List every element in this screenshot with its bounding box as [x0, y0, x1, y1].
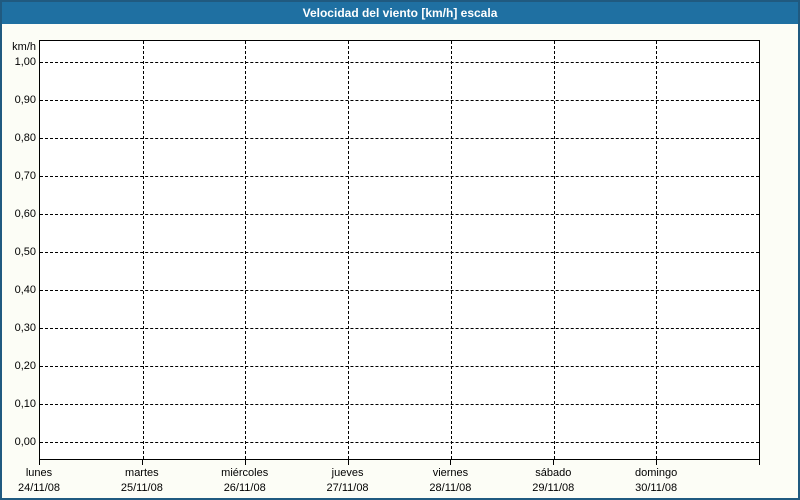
- day-date: 26/11/08: [223, 482, 266, 494]
- day-name: jueves: [331, 467, 364, 479]
- day-name: martes: [125, 467, 159, 479]
- chart-title-bar: Velocidad del viento [km/h] escala: [2, 2, 798, 24]
- x-axis-day-label: domingo 30/11/08: [608, 466, 704, 496]
- chart-title: Velocidad del viento [km/h] escala: [302, 6, 498, 20]
- day-date: 28/11/08: [429, 482, 472, 494]
- h-gridline: [40, 442, 759, 443]
- h-gridline: [40, 328, 759, 329]
- y-axis-tick-label: 0,30: [14, 322, 36, 334]
- x-axis-day-label: lunes 24/11/08: [0, 466, 87, 496]
- day-name: sábado: [535, 467, 572, 479]
- day-name: domingo: [635, 467, 678, 479]
- v-gridline: [554, 41, 555, 459]
- x-axis-tick: [656, 460, 657, 465]
- v-gridline: [143, 41, 144, 459]
- y-axis-tick-label: 0,70: [14, 170, 36, 182]
- h-gridline: [40, 62, 759, 63]
- x-axis-day-label: martes 25/11/08: [94, 466, 190, 496]
- x-axis-tick: [39, 460, 40, 465]
- y-axis-tick-label: 0,60: [14, 208, 36, 220]
- x-axis-day-label: jueves 27/11/08: [300, 466, 396, 496]
- day-date: 27/11/08: [326, 482, 369, 494]
- plot-area: [39, 40, 760, 460]
- x-axis-tick: [450, 460, 451, 465]
- h-gridline: [40, 290, 759, 291]
- y-axis-tick-label: 0,20: [14, 360, 36, 372]
- x-axis-day-label: viernes 28/11/08: [402, 466, 498, 496]
- y-axis-tick-label: 0,80: [14, 132, 36, 144]
- h-gridline: [40, 214, 759, 215]
- h-gridline: [40, 404, 759, 405]
- h-gridline: [40, 252, 759, 253]
- day-name: lunes: [25, 467, 53, 479]
- y-axis-unit-label: km/h: [12, 41, 36, 53]
- x-axis-tick: [245, 460, 246, 465]
- y-axis-tick-label: 0,40: [14, 284, 36, 296]
- v-gridline: [245, 41, 246, 459]
- y-axis-tick-label: 0,50: [14, 246, 36, 258]
- h-gridline: [40, 100, 759, 101]
- h-gridline: [40, 366, 759, 367]
- day-name: miércoles: [221, 467, 269, 479]
- day-date: 24/11/08: [17, 482, 60, 494]
- x-axis-tick: [348, 460, 349, 465]
- y-axis-tick-label: 1,00: [14, 56, 36, 68]
- x-axis-tick: [142, 460, 143, 465]
- y-axis-tick-label: 0,00: [14, 436, 36, 448]
- v-gridline: [656, 41, 657, 459]
- x-axis-tick: [553, 460, 554, 465]
- day-date: 25/11/08: [120, 482, 163, 494]
- v-gridline: [348, 41, 349, 459]
- y-axis-tick-label: 0,90: [14, 94, 36, 106]
- x-axis-day-label: sábado 29/11/08: [505, 466, 601, 496]
- chart-window: Velocidad del viento [km/h] escala km/h …: [0, 0, 800, 500]
- day-name: viernes: [432, 467, 469, 479]
- x-axis-tick: [759, 460, 760, 465]
- h-gridline: [40, 176, 759, 177]
- y-axis-tick-label: 0,10: [14, 398, 36, 410]
- x-axis-day-label: miércoles 26/11/08: [197, 466, 293, 496]
- day-date: 30/11/08: [635, 482, 678, 494]
- h-gridline: [40, 138, 759, 139]
- day-date: 29/11/08: [532, 482, 575, 494]
- v-gridline: [451, 41, 452, 459]
